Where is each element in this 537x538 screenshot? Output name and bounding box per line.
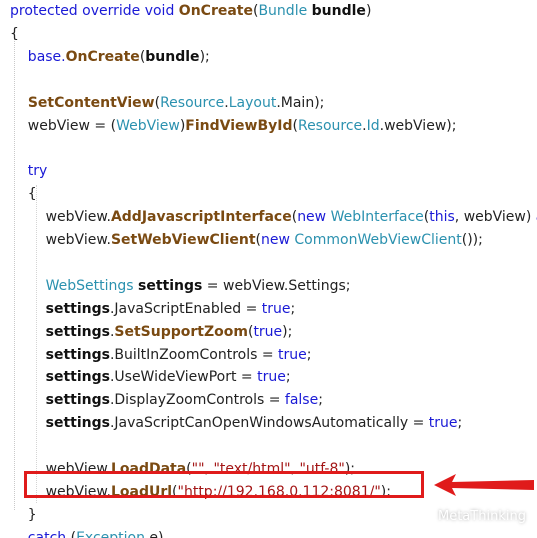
code-token: bundle bbox=[145, 48, 200, 65]
code-token: true bbox=[257, 369, 286, 386]
code-token: settings bbox=[45, 415, 110, 432]
code-token: true bbox=[261, 300, 291, 317]
code-token: .BuiltInZoomControls = bbox=[109, 346, 279, 363]
code-token: settings bbox=[45, 346, 110, 363]
code-token: new bbox=[261, 232, 295, 248]
code-token: ; bbox=[318, 392, 323, 409]
code-token: true bbox=[278, 346, 307, 363]
code-token: SetSupportZoom bbox=[114, 323, 248, 340]
code-line: } bbox=[10, 504, 37, 526]
wechat-icon bbox=[404, 506, 430, 525]
code-token: webView = ( bbox=[10, 117, 117, 134]
code-token: .DisplayZoomControls = bbox=[109, 392, 285, 409]
code-token: webView. bbox=[10, 209, 111, 226]
code-line: webView.SetWebViewClient(new CommonWebVi… bbox=[10, 229, 483, 251]
code-token: ; bbox=[290, 300, 296, 317]
code-token: ; bbox=[285, 369, 291, 386]
code-token: Resource bbox=[160, 94, 225, 111]
code-token: catch bbox=[10, 529, 71, 538]
code-token: Id bbox=[366, 117, 380, 134]
code-token: .JavaScriptEnabled = bbox=[109, 300, 262, 317]
code-token: true bbox=[253, 323, 283, 340]
code-token: Exception bbox=[76, 529, 150, 538]
code-token: ; bbox=[457, 415, 463, 432]
code-line: settings.JavaScriptEnabled = true; bbox=[10, 298, 296, 320]
code-token: settings bbox=[45, 323, 110, 340]
code-token: settings bbox=[138, 277, 203, 294]
code-token: webView. bbox=[10, 232, 111, 248]
code-token: , webView) bbox=[454, 209, 536, 226]
code-token: = webView.Settings; bbox=[202, 277, 351, 294]
code-token: OnCreate bbox=[178, 3, 253, 19]
highlight-box bbox=[24, 471, 424, 498]
watermark-text: MetaThinking bbox=[438, 508, 526, 524]
code-editor[interactable]: protected override void OnCreate(Bundle … bbox=[0, 0, 537, 538]
code-token: new bbox=[297, 209, 331, 226]
code-token: this bbox=[429, 209, 455, 226]
code-line: try bbox=[10, 160, 48, 182]
code-token: Bundle bbox=[258, 3, 312, 19]
code-line: catch (Exception e) bbox=[10, 527, 164, 538]
code-token: OnCreate bbox=[65, 48, 140, 65]
code-token: bundle bbox=[311, 3, 366, 19]
code-token: AddJavascriptInterface bbox=[110, 209, 292, 226]
code-line: settings.DisplayZoomControls = false; bbox=[10, 389, 323, 411]
watermark: MetaThinking bbox=[404, 505, 526, 527]
code-token: SetWebViewClient bbox=[110, 232, 256, 248]
code-token: FindViewById bbox=[185, 117, 293, 134]
code-token: .Main); bbox=[276, 94, 325, 111]
code-token: SetContentView bbox=[27, 94, 155, 111]
code-token: try bbox=[10, 163, 48, 180]
code-token: ; bbox=[306, 346, 312, 363]
code-token: Resource bbox=[297, 117, 363, 134]
code-token: true bbox=[428, 415, 458, 432]
code-line: settings.UseWideViewPort = true; bbox=[10, 366, 291, 388]
code-token: { bbox=[10, 25, 19, 42]
code-token: settings bbox=[45, 392, 110, 409]
code-token: WebInterface bbox=[330, 209, 424, 226]
code-token: WebSettings bbox=[45, 277, 139, 294]
code-token: ()); bbox=[461, 232, 483, 248]
code-line: webView = (WebView)FindViewById(Resource… bbox=[10, 115, 457, 137]
code-token: CommonWebViewClient bbox=[294, 232, 462, 248]
code-line: settings.SetSupportZoom(true); bbox=[10, 321, 293, 343]
code-line: WebSettings settings = webView.Settings; bbox=[10, 275, 351, 297]
code-line: { bbox=[10, 23, 19, 45]
code-token: ); bbox=[282, 323, 293, 340]
code-line: protected override void OnCreate(Bundle … bbox=[10, 0, 371, 22]
code-token: e) bbox=[149, 529, 164, 538]
code-token: } bbox=[10, 506, 37, 523]
code-token: ) bbox=[365, 3, 372, 19]
code-line: SetContentView(Resource.Layout.Main); bbox=[10, 92, 325, 114]
code-token: .UseWideViewPort = bbox=[109, 369, 258, 386]
code-line: base.OnCreate(bundle); bbox=[10, 46, 210, 68]
code-line: webView.AddJavascriptInterface(new WebIn… bbox=[10, 206, 537, 228]
arrow-left-icon bbox=[434, 474, 534, 496]
code-token: ); bbox=[199, 48, 210, 65]
code-token: WebView bbox=[116, 117, 180, 134]
code-line: { bbox=[10, 183, 37, 205]
code-token: base. bbox=[10, 48, 66, 65]
code-token: { bbox=[10, 186, 37, 203]
code-token: protected override void bbox=[10, 3, 179, 19]
code-line: settings.JavaScriptCanOpenWindowsAutomat… bbox=[10, 412, 463, 434]
code-token: Layout bbox=[228, 94, 277, 111]
code-token: .webView); bbox=[379, 117, 457, 134]
code-token: .JavaScriptCanOpenWindowsAutomatically = bbox=[109, 415, 429, 432]
code-token: settings bbox=[45, 369, 110, 386]
code-line: settings.BuiltInZoomControls = true; bbox=[10, 344, 312, 366]
code-token: settings bbox=[45, 300, 110, 317]
code-token: false bbox=[284, 392, 319, 409]
